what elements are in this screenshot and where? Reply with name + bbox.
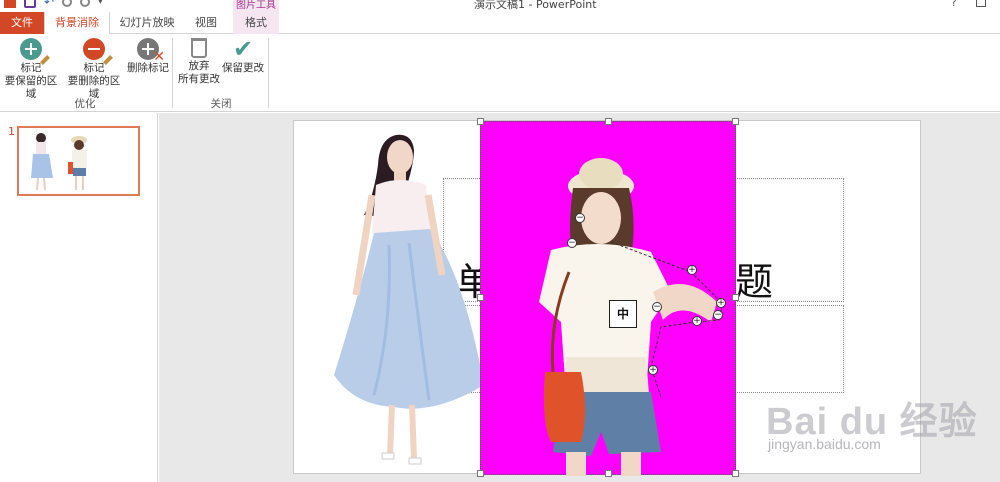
discard-label-1: 放弃 (188, 60, 210, 72)
touch-mode-icon[interactable] (80, 0, 91, 7)
help-button[interactable]: ? (951, 0, 957, 9)
tab-file[interactable]: 文件 (0, 12, 44, 34)
tab-view[interactable]: 视图 (184, 12, 228, 34)
undo-icon[interactable]: ↶ (44, 0, 54, 8)
keep-changes-label: 保留更改 (222, 62, 264, 74)
watermark-url: jingyan.baidu.com (768, 436, 881, 452)
redo-icon[interactable] (62, 0, 73, 7)
customize-toolbar-icon[interactable]: ▾ (98, 0, 103, 8)
slide-thumbnail[interactable] (17, 126, 140, 196)
delete-mark-icon: ✕ (137, 38, 165, 64)
mark-keep-icon (20, 38, 50, 65)
tab-format[interactable]: 格式 (233, 12, 279, 34)
group-separator (172, 38, 173, 108)
background-removal-area[interactable]: − − + + − + − + 中 (477, 118, 739, 477)
mark-areas-to-remove-button[interactable]: 标记 要删除的区域 (63, 38, 125, 101)
remove-mark-icon[interactable]: − (575, 213, 585, 223)
ribbon: 标记 要保留的区域 标记 要删除的区域 ✕ 删除标记 优化 放弃 所有更改 ✔ … (0, 34, 1000, 112)
resize-handle-right[interactable] (732, 294, 739, 301)
left-woman-image (334, 134, 484, 465)
center-rotation-marker[interactable]: 中 (609, 300, 637, 328)
group-separator (268, 38, 269, 108)
resize-handle-bottom-right[interactable] (732, 470, 739, 477)
discard-label-2: 所有更改 (178, 73, 220, 85)
thumbnail-image (31, 133, 87, 191)
resize-handle-bottom-left[interactable] (477, 470, 484, 477)
mark-areas-to-keep-button[interactable]: 标记 要保留的区域 (0, 38, 62, 101)
keep-changes-button[interactable]: ✔ 保留更改 (222, 35, 264, 75)
save-icon[interactable] (24, 0, 36, 8)
remove-mark-icon[interactable]: − (652, 302, 662, 312)
resize-handle-top[interactable] (605, 118, 612, 125)
checkmark-icon: ✔ (232, 35, 254, 63)
tab-background-removal[interactable]: 背景消除 (44, 12, 110, 35)
title-bar: ↶ ▾ 演示文稿1 - PowerPoint ? (0, 0, 1000, 12)
slide-number: 1 (8, 125, 15, 138)
resize-handle-top-left[interactable] (477, 118, 484, 125)
mark-remove-icon (83, 38, 113, 65)
keep-mark-icon[interactable]: + (692, 316, 702, 326)
remove-mark-icon[interactable]: − (567, 238, 577, 248)
resize-handle-top-right[interactable] (732, 118, 739, 125)
recycle-bin-icon (191, 38, 207, 58)
right-woman-image (539, 158, 724, 476)
resize-handle-bottom[interactable] (605, 470, 612, 477)
delete-mark-button[interactable]: ✕ 删除标记 (126, 38, 170, 75)
remove-mark-icon[interactable]: − (713, 310, 723, 320)
mark-keep-label-1: 标记 (20, 62, 42, 74)
group-close-label: 关闭 (210, 98, 232, 110)
group-refine-label: 优化 (74, 98, 96, 110)
quick-access-toolbar: ↶ ▾ (4, 0, 103, 8)
slides-pane: 1 (0, 113, 158, 482)
restore-ribbon-icon[interactable] (976, 0, 986, 7)
keep-mark-icon[interactable]: + (716, 298, 726, 308)
powerpoint-window: ↶ ▾ 演示文稿1 - PowerPoint ? 文件 背景消除 幻灯片放映 视… (0, 0, 1000, 482)
baidu-watermark: Bai du 经验 jingyan.baidu.com (760, 376, 1000, 466)
window-title: 演示文稿1 - PowerPoint (474, 0, 597, 11)
powerpoint-icon (4, 0, 16, 8)
resize-handle-left[interactable] (477, 294, 484, 301)
title-text-right: 题 (735, 260, 774, 304)
picture-tools-label: 图片工具 (233, 0, 279, 12)
tab-slideshow[interactable]: 幻灯片放映 (114, 12, 180, 34)
keep-mark-icon[interactable]: + (687, 265, 697, 275)
ribbon-tabs: 文件 背景消除 幻灯片放映 视图 图片工具 格式 (0, 0, 1000, 35)
mark-remove-label-1: 标记 (83, 62, 105, 74)
discard-all-changes-button[interactable]: 放弃 所有更改 (177, 38, 221, 86)
keep-mark-icon[interactable]: + (648, 365, 658, 375)
